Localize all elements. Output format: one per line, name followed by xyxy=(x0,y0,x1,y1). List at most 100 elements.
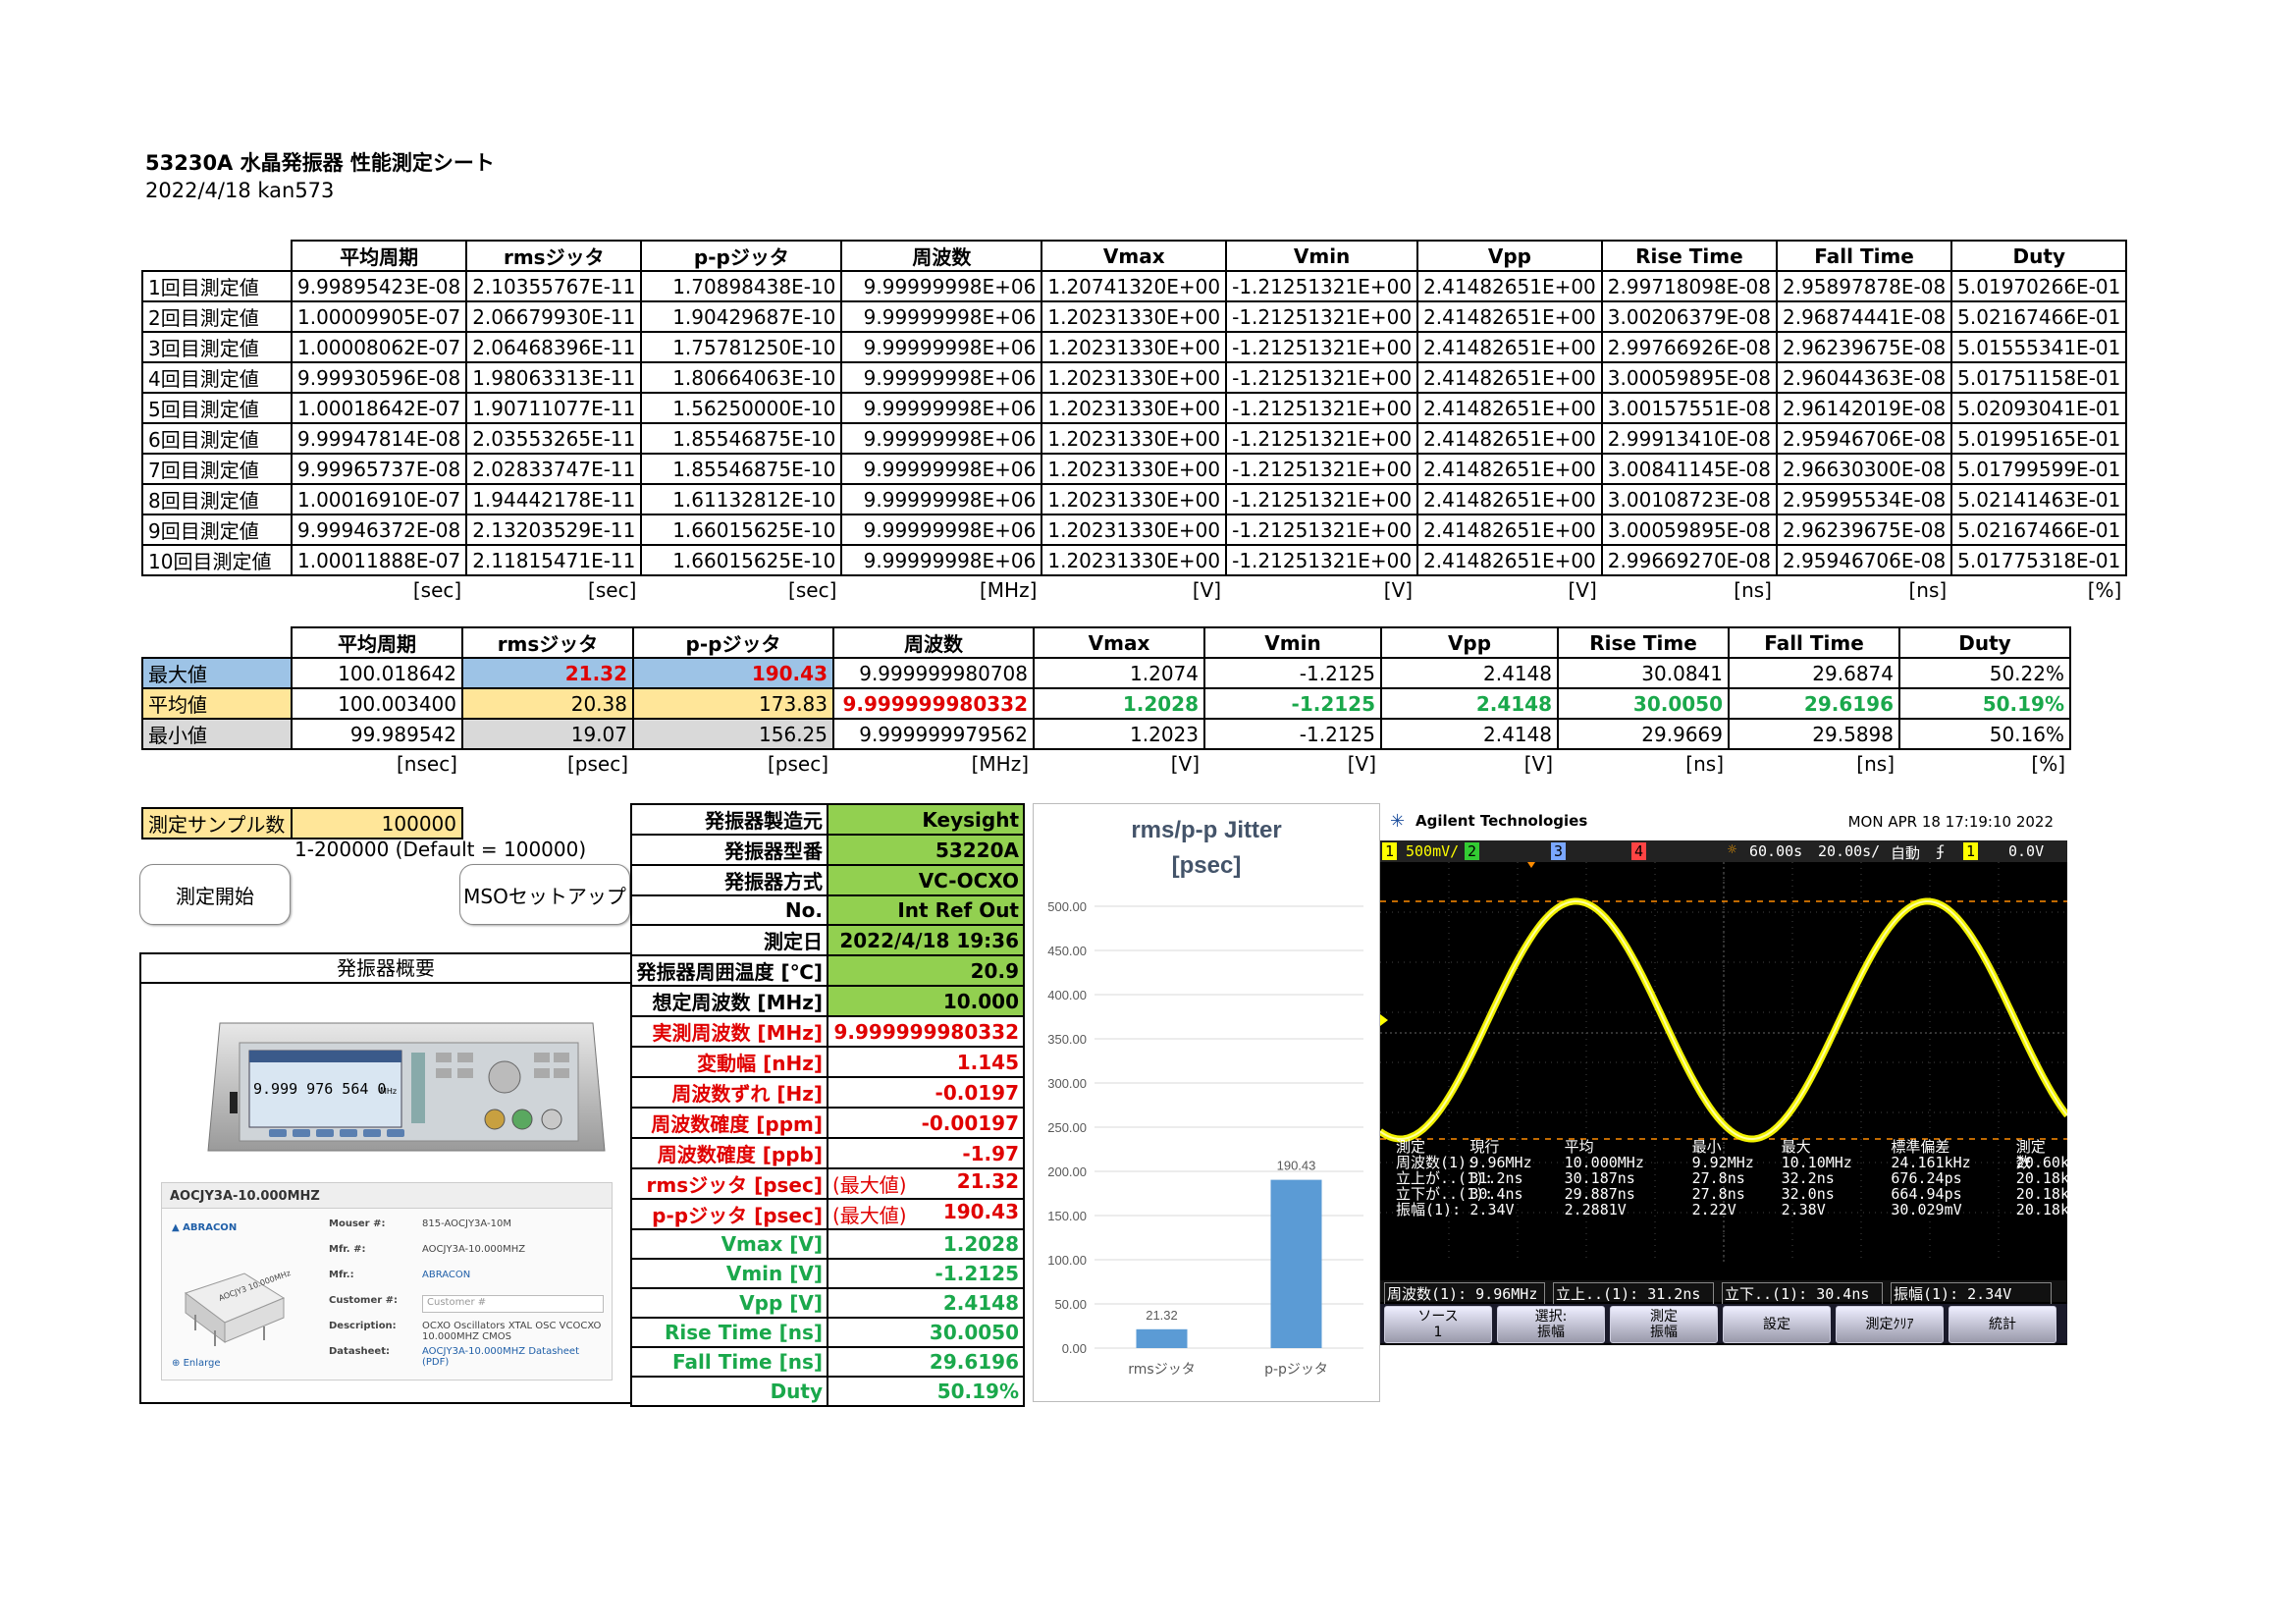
y-tick-label: 250.00 xyxy=(1047,1120,1087,1135)
cell-value: 1.90429687E-10 xyxy=(640,300,843,333)
info-row: 発振器周囲温度 [℃] 20.9 xyxy=(630,954,1025,987)
info-value: (最大値) 21.32 xyxy=(827,1167,1025,1200)
bar xyxy=(1136,1328,1188,1348)
unit-spacer xyxy=(142,575,292,604)
jitter-chart-panel: rms/p-p Jitter [psec] 0.00 50.00 100.00 150.0… xyxy=(1033,803,1380,1402)
table-row: 7回目測定値 9.99965737E-08 2.02833747E-11 1.8554… xyxy=(141,453,2128,485)
info-row: Vmin [V] -1.2125 xyxy=(630,1258,1025,1289)
info-note: (最大値) xyxy=(832,1173,907,1197)
cell-value: 2.96044363E-08 xyxy=(1775,361,1953,394)
time-icon: ☼ xyxy=(1728,840,1737,858)
cell-value: 50.16% xyxy=(1898,718,2071,750)
overview-title: 発振器概要 xyxy=(141,954,630,984)
cell-value: 5.01799599E-01 xyxy=(1950,453,2128,485)
cell-value: 2.99766926E-08 xyxy=(1600,331,1778,363)
oscillator-chip-image: AOCJY3 10.000MHz xyxy=(184,1269,292,1346)
scope-softkey[interactable]: 測定 振幅 xyxy=(1610,1306,1718,1343)
info-key: Vmin [V] xyxy=(630,1258,828,1289)
cell-value: 2.41482651E+00 xyxy=(1416,544,1603,576)
stats-cell: 測定 xyxy=(1396,1138,1426,1156)
brand-logo: ▲ ABRACON xyxy=(172,1222,238,1233)
info-value-text: 30.0050 xyxy=(929,1321,1019,1344)
stats-cell: 10.000MHz xyxy=(1564,1154,1644,1171)
cell-value: 1.00009905E-07 xyxy=(290,300,468,333)
cell-value: 2.10355767E-11 xyxy=(465,270,643,302)
info-value: 20.9 xyxy=(827,954,1025,987)
product-listing: AOCJY3A-10.000MHZ ▲ ABRACON AOCJY3 10.00… xyxy=(161,1182,613,1380)
info-row: 周波数確度 [ppm] -0.00197 xyxy=(630,1107,1025,1139)
start-measurement-button[interactable]: 測定開始 xyxy=(139,864,291,925)
info-value: -1.97 xyxy=(827,1137,1025,1169)
info-value-text: 1.2028 xyxy=(942,1232,1019,1256)
trigger-level: 0.0V xyxy=(2008,842,2045,860)
info-key: 発振器型番 xyxy=(630,834,828,866)
info-key: Vpp [V] xyxy=(630,1287,828,1319)
product-field-key: Mouser #: xyxy=(329,1218,386,1229)
unit-label: [V] xyxy=(1170,752,1200,776)
stats-row: 立下が..(1): 30.4ns 29.887ns 27.8ns 32.0ns 664.9… xyxy=(1396,1186,2069,1202)
cell-value: 2.95946706E-08 xyxy=(1775,422,1953,455)
trigger-edge-icon: ʄ xyxy=(1936,842,1946,860)
cell-value: 3.00059895E-08 xyxy=(1600,361,1778,394)
mso-setup-button[interactable]: MSOセットアップ xyxy=(459,864,630,925)
sample-count-input[interactable]: 100000 xyxy=(291,807,463,839)
product-field-key: Mfr. #: xyxy=(329,1244,366,1255)
info-value-text: -0.00197 xyxy=(921,1110,1019,1135)
cell-value: 1.20741320E+00 xyxy=(1041,270,1228,302)
cell-value: 1.2023 xyxy=(1033,718,1205,750)
column-header: Vmin xyxy=(1225,240,1419,272)
cell-value: 29.6196 xyxy=(1728,687,1900,720)
scope-softkey[interactable]: ソース 1 xyxy=(1384,1306,1492,1343)
stats-header: 測定 現行 平均 最小 最大 標準偏差 測定数 xyxy=(1396,1138,2054,1170)
column-header: Vmax xyxy=(1041,240,1228,272)
product-field-value[interactable]: AOCJY3A-10.000MHZ Datasheet (PDF) xyxy=(422,1346,604,1368)
table-row: 2回目測定値 1.00009905E-07 2.06679930E-11 1.9042… xyxy=(141,300,2128,333)
info-row: Fall Time [ns] 29.6196 xyxy=(630,1346,1025,1378)
info-value-text: 20.9 xyxy=(970,958,1019,983)
info-key: 測定日 xyxy=(630,924,828,956)
info-value-text: 190.43 xyxy=(942,1200,1019,1223)
table-row: 1回目測定値 9.99895423E-08 2.10355767E-11 1.7089… xyxy=(141,270,2128,302)
ch2-indicator[interactable]: 2 xyxy=(1465,842,1480,860)
scope-softkey[interactable]: 測定ｸﾘｱ xyxy=(1836,1306,1944,1343)
product-field-value: ABRACON xyxy=(422,1270,471,1280)
stats-cell: 2.34V xyxy=(1469,1201,1515,1218)
ch3-indicator[interactable]: 3 xyxy=(1551,842,1567,860)
product-field: Datasheet: AOCJY3A-10.000MHZ Datasheet (P… xyxy=(329,1346,604,1368)
product-field-value: OCXO Oscillators XTAL OSC VCOCXO 10.000M… xyxy=(422,1321,602,1342)
cell-value: 173.83 xyxy=(632,687,834,720)
cell-value: 2.06679930E-11 xyxy=(465,300,643,333)
cell-value: -1.21251321E+00 xyxy=(1225,483,1419,515)
cell-value: 9.99999998E+06 xyxy=(840,331,1043,363)
column-header: p-pジッタ xyxy=(640,240,843,272)
scope-softkey[interactable]: 統計 xyxy=(1949,1306,2056,1343)
stats-cell: 30.029mV xyxy=(1891,1201,1962,1218)
product-field: Customer #: Customer # xyxy=(329,1295,604,1317)
stats-cell: 30.187ns xyxy=(1564,1169,1635,1187)
cell-value: 1.61132812E-10 xyxy=(640,483,843,515)
cell-value: 9.999999980332 xyxy=(832,687,1035,720)
ch1-indicator[interactable]: 1 xyxy=(1382,842,1398,860)
cell-value: 9.99999998E+06 xyxy=(840,361,1043,394)
info-value: 9.999999980332 xyxy=(827,1015,1025,1048)
row-label: 7回目測定値 xyxy=(141,453,293,485)
cell-value: 1.85546875E-10 xyxy=(640,422,843,455)
info-value: 1.2028 xyxy=(827,1228,1025,1260)
cell-value: -1.2125 xyxy=(1203,657,1382,689)
info-row: 発振器型番 53220A xyxy=(630,834,1025,866)
enlarge-link[interactable]: ⊕ Enlarge xyxy=(172,1358,221,1369)
product-field-value[interactable]: Customer # xyxy=(422,1295,604,1313)
oscilloscope-screenshot: ✳ Agilent Technologies MON APR 18 17:19:… xyxy=(1380,803,2069,1345)
cell-value: 29.5898 xyxy=(1728,718,1900,750)
scope-softkey[interactable]: 設定 xyxy=(1723,1306,1831,1343)
row-label: 8回目測定値 xyxy=(141,483,293,515)
info-value-text: 29.6196 xyxy=(929,1350,1019,1374)
info-value: 10.000 xyxy=(827,985,1025,1017)
cell-value: 5.01970266E-01 xyxy=(1950,270,2128,302)
scope-softkey[interactable]: 選択: 振幅 xyxy=(1497,1306,1605,1343)
info-key: Duty xyxy=(630,1376,828,1407)
stats-cell: 振幅(1): xyxy=(1396,1201,1462,1218)
y-tick-label: 50.00 xyxy=(1054,1297,1087,1312)
ch4-indicator[interactable]: 4 xyxy=(1631,842,1647,860)
cell-value: 2.02833747E-11 xyxy=(465,453,643,485)
